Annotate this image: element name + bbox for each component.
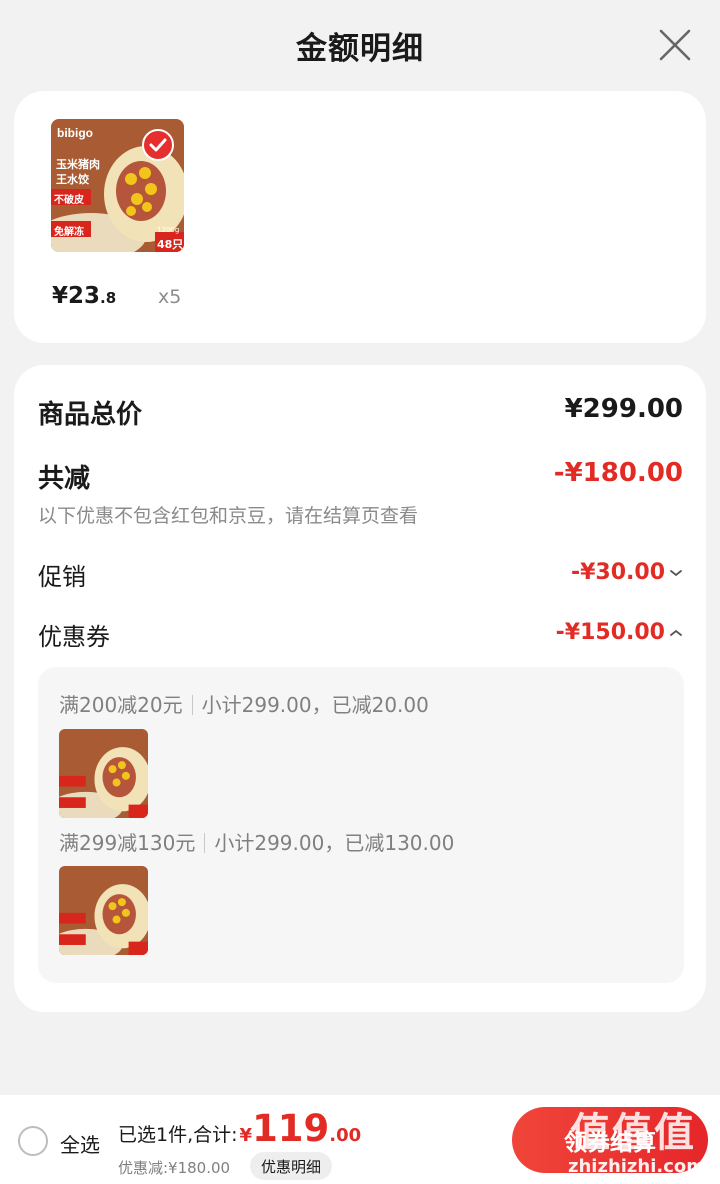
thumb-tag1: 不破皮 [54, 195, 84, 206]
thumb-count: 48只 [157, 238, 184, 251]
coupon-subtotal: 小计299.00，已减20.00 [201, 693, 429, 717]
total-currency: ¥ [239, 1125, 253, 1146]
selected-count-label: 已选1件,合计: [118, 1124, 238, 1146]
discount-amount: 优惠减:¥180.00 [118, 1159, 231, 1177]
coupon-product-image[interactable] [59, 729, 148, 818]
chevron-down-icon [670, 569, 682, 576]
thumb-name-line2: 王水饺 [56, 173, 89, 186]
checkout-bar: 全选 已选1件,合计: ¥ 119 .00 优惠减:¥180.00 优惠明细 领… [0, 1095, 720, 1184]
thumb-weight: 1200g [157, 226, 180, 234]
total-amount-int: 119 [252, 1107, 330, 1150]
coupon-product-image[interactable] [59, 866, 148, 955]
product-price: ¥23 .8 [52, 283, 116, 309]
coupon-rule-row: 满299减130元 小计299.00，已减130.00 [59, 827, 454, 856]
thumb-name-line1: 玉米猪肉 [56, 158, 100, 171]
promo-label: 促销 [38, 563, 86, 591]
promo-toggle[interactable]: -¥30.00 [571, 560, 683, 585]
total-amount-dec: .00 [329, 1125, 362, 1146]
total-reduce-label: 共减 [38, 464, 91, 494]
goods-total-label: 商品总价 [38, 400, 143, 430]
coupon-toggle[interactable]: -¥150.00 [556, 620, 683, 645]
coupon-details-panel: 满200减20元 小计299.00，已减20.00 满299减130元 小计299.… [38, 667, 684, 983]
select-all-label[interactable]: 全选 [60, 1129, 100, 1158]
discount-detail-button[interactable]: 优惠明细 [250, 1152, 333, 1180]
divider [204, 833, 206, 853]
total-reduce-value: -¥180.00 [553, 458, 683, 488]
goods-total-value: ¥299.00 [564, 394, 683, 424]
close-icon[interactable] [658, 28, 692, 62]
page-header: 金额明细 [0, 0, 720, 90]
checkout-button[interactable]: 领券结算 [512, 1107, 708, 1173]
select-all-radio[interactable] [18, 1126, 48, 1156]
page-title: 金额明细 [296, 30, 424, 67]
coupon-rule-row: 满200减20元 小计299.00，已减20.00 [59, 689, 429, 718]
discount-note: 以下优惠不包含红包和京豆，请在结算页查看 [38, 505, 419, 527]
divider [191, 695, 193, 715]
thumb-brand: bibigo [57, 126, 93, 140]
selected-check-icon [142, 129, 174, 161]
coupon-rule: 满299减130元 [59, 831, 196, 855]
product-card: bibigo 玉米猪肉 王水饺 不破皮 免解冻 1200g 48只 ¥23 .8… [14, 91, 706, 343]
product-quantity: x5 [158, 286, 182, 308]
coupon-rule: 满200减20元 [59, 693, 183, 717]
coupon-label: 优惠券 [38, 623, 110, 651]
product-price-dec: .8 [100, 289, 117, 307]
coupon-value: -¥150.00 [555, 620, 665, 645]
amount-detail-card: 商品总价 ¥299.00 共减 -¥180.00 以下优惠不包含红包和京豆，请在… [14, 365, 706, 1012]
coupon-subtotal: 小计299.00，已减130.00 [214, 831, 455, 855]
total-summary: 已选1件,合计: ¥ 119 .00 [118, 1107, 361, 1150]
promo-value: -¥30.00 [570, 560, 665, 585]
product-price-int: ¥23 [52, 283, 101, 309]
chevron-up-icon [670, 629, 682, 636]
thumb-tag2: 免解冻 [54, 227, 84, 238]
